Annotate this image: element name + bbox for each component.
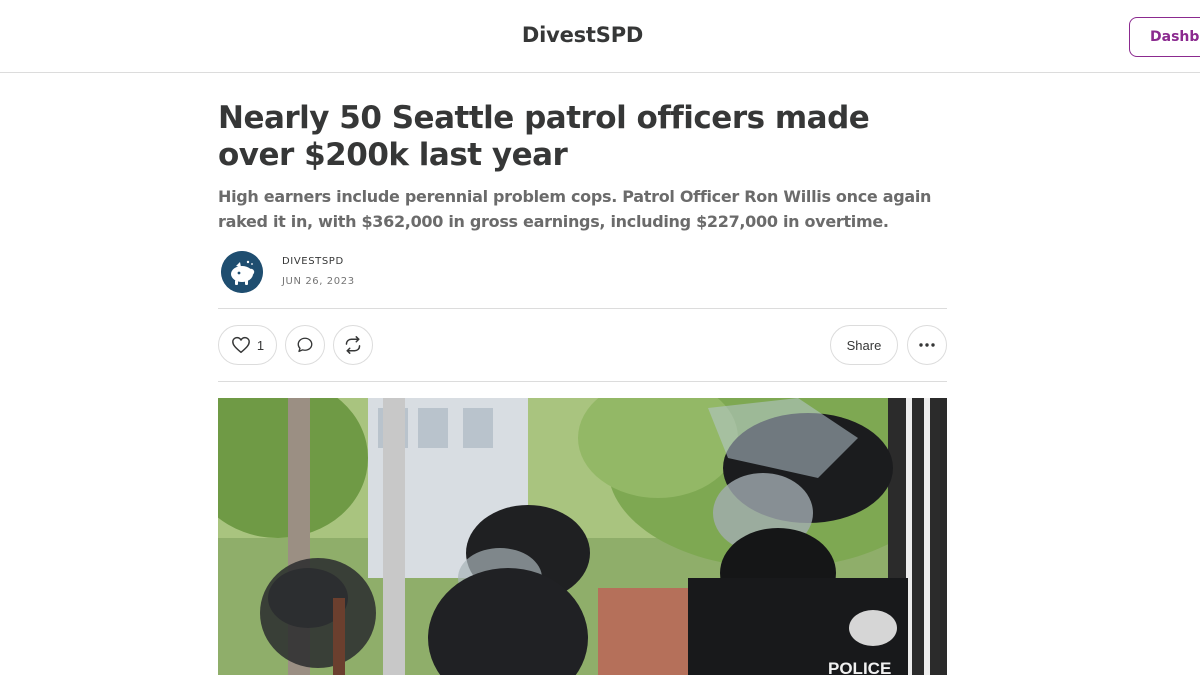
publication-title[interactable]: DivestSPD [0,23,1165,47]
hero-police-text: POLICE [828,659,891,675]
hero-image[interactable]: POLICE [218,398,947,675]
comment-bubble-icon [297,337,313,353]
like-count: 1 [256,337,265,353]
more-options-button[interactable] [907,325,947,365]
post-date: JUN 26, 2023 [282,276,355,287]
article: Nearly 50 Seattle patrol officers made o… [218,100,947,675]
top-bar: DivestSPD Dashboard [0,0,1200,73]
post-subtitle: High earners include perennial problem c… [218,187,932,231]
byline: DIVESTSPD JUN 26, 2023 [218,250,947,296]
restack-button[interactable] [333,325,373,365]
dashboard-button[interactable]: Dashboard [1129,17,1200,57]
ellipsis-icon [919,343,935,347]
restack-icon [345,336,361,354]
author-avatar[interactable] [221,251,263,293]
heart-icon [231,336,250,354]
post-actions: 1 Share [218,308,947,382]
post-title: Nearly 50 Seattle patrol officers made o… [218,100,870,173]
author-name[interactable]: DIVESTSPD [282,256,344,267]
share-button[interactable]: Share [830,325,898,365]
piggy-bank-icon [221,251,263,293]
like-button[interactable]: 1 [218,325,277,365]
comment-button[interactable] [285,325,325,365]
hero-photo-police-riot-gear: POLICE [218,398,947,675]
